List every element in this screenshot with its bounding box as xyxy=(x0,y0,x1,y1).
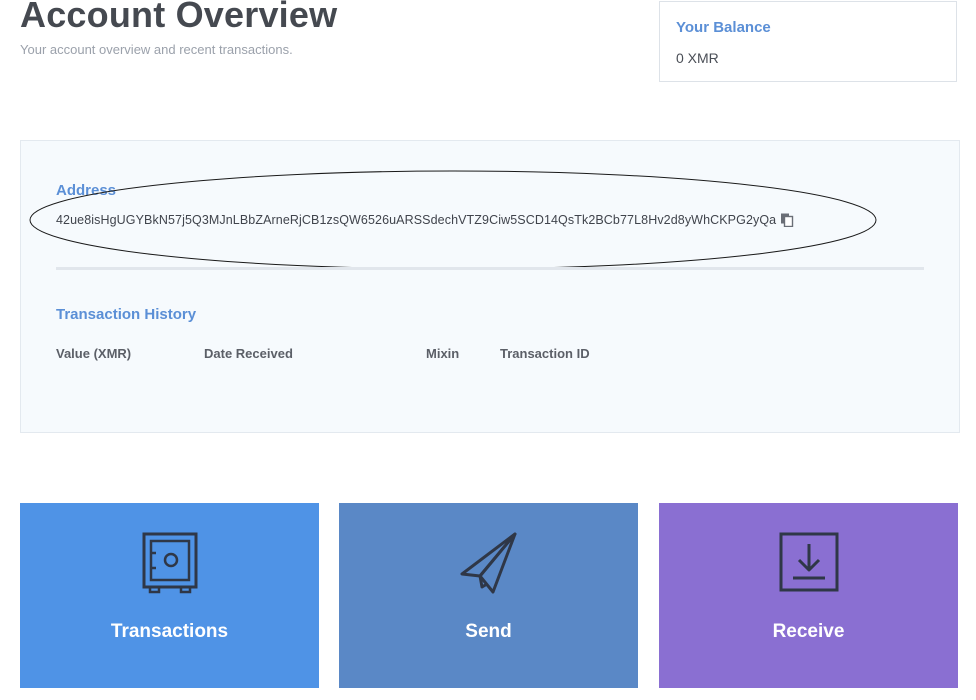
paper-plane-icon xyxy=(458,531,520,600)
column-header-mixin: Mixin xyxy=(426,346,460,361)
divider xyxy=(56,267,924,270)
column-header-value: Value (XMR) xyxy=(56,346,132,361)
address-label: Address xyxy=(56,182,117,199)
send-label: Send xyxy=(465,621,512,642)
address-row: 42ue8isHgUGYBkN57j5Q3MJnLBbZArneRjCB1zsQ… xyxy=(56,213,794,228)
safe-icon xyxy=(140,531,200,600)
page-subtitle: Your account overview and recent transac… xyxy=(20,42,293,57)
page-title: Account Overview xyxy=(20,0,338,35)
balance-title: Your Balance xyxy=(676,19,771,36)
transactions-label: Transactions xyxy=(110,621,229,642)
address-value[interactable]: 42ue8isHgUGYBkN57j5Q3MJnLBbZArneRjCB1zsQ… xyxy=(56,213,776,227)
balance-card: Your Balance 0 XMR xyxy=(659,1,957,82)
transactions-button[interactable]: Transactions xyxy=(20,503,319,688)
receive-label: Receive xyxy=(772,621,845,642)
column-header-transaction-id: Transaction ID xyxy=(500,346,590,361)
history-title: Transaction History xyxy=(56,306,197,323)
receive-button[interactable]: Receive xyxy=(659,503,958,688)
send-button[interactable]: Send xyxy=(339,503,638,688)
download-tray-icon xyxy=(778,531,840,600)
balance-value: 0 XMR xyxy=(676,50,719,66)
copy-icon[interactable] xyxy=(780,213,794,228)
account-panel: Address 42ue8isHgUGYBkN57j5Q3MJnLBbZArne… xyxy=(20,140,960,433)
column-header-date: Date Received xyxy=(204,346,293,361)
